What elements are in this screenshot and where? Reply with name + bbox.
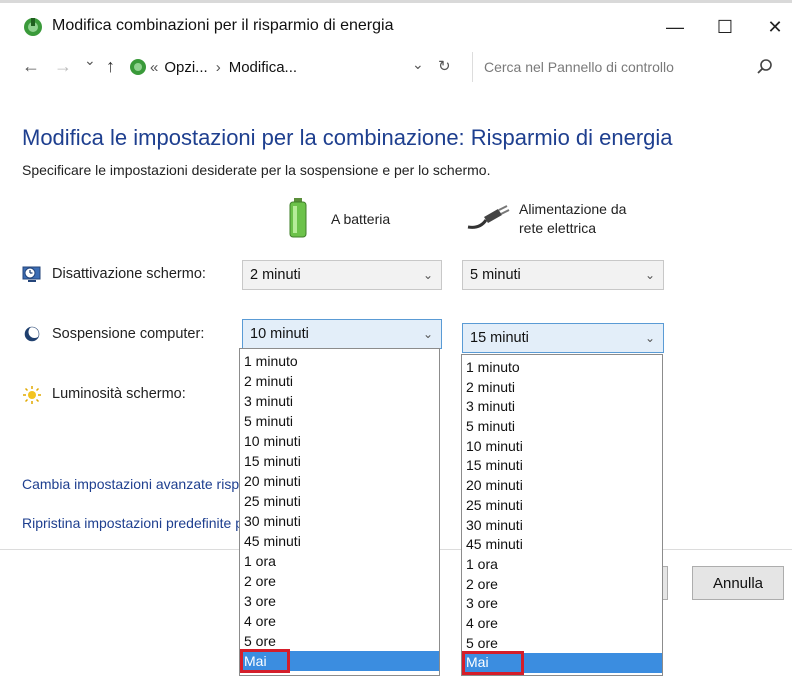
close-button[interactable]: ✕	[760, 14, 790, 40]
dropdown-option[interactable]: 25 minuti	[462, 496, 662, 516]
dropdown-option[interactable]: 4 ore	[240, 611, 439, 631]
sleep-battery-select[interactable]: 10 minuti ⌄	[242, 319, 442, 349]
dropdown-option[interactable]: 1 minuto	[462, 358, 662, 378]
breadcrumb-overflow[interactable]: «	[150, 59, 158, 76]
chevron-down-icon: ⌄	[422, 268, 433, 282]
dropdown-option[interactable]: 20 minuti	[240, 471, 439, 491]
address-dropdown-icon[interactable]: ⌄	[412, 56, 424, 73]
search-icon[interactable]	[756, 58, 774, 76]
dropdown-option[interactable]: 10 minuti	[240, 431, 439, 451]
display-off-ac-select[interactable]: 5 minuti ⌄	[462, 260, 664, 290]
recent-locations-icon[interactable]: ⌄	[84, 52, 96, 69]
dropdown-option[interactable]: Mai	[240, 649, 439, 673]
dropdown-option[interactable]: 3 minuti	[462, 397, 662, 417]
advanced-settings-link[interactable]: Cambia impostazioni avanzate risparmio e…	[22, 476, 242, 492]
cancel-button[interactable]: Annulla	[692, 566, 784, 600]
dropdown-option[interactable]: 1 ora	[462, 555, 662, 575]
dropdown-option[interactable]: 5 ore	[240, 631, 439, 651]
sleep-ac-dropdown[interactable]: 1 minuto 2 minuti 3 minuti 5 minuti 10 minut…	[461, 354, 663, 676]
search-input[interactable]: Cerca nel Pannello di controllo	[484, 59, 674, 75]
back-arrow-icon[interactable]: ←	[22, 56, 40, 77]
up-arrow-icon[interactable]: ↑	[106, 56, 115, 77]
sleep-battery-dropdown[interactable]: 1 minuto 2 minuti 3 minuti 5 minuti 10 minut…	[239, 348, 440, 676]
maximize-button[interactable]: ☐	[710, 14, 740, 40]
dropdown-option[interactable]: 1 ora	[240, 551, 439, 571]
minimize-button[interactable]: —	[660, 14, 690, 40]
power-plug-icon	[466, 203, 510, 231]
dropdown-option[interactable]: 5 minuti	[462, 417, 662, 437]
brightness-label: Luminosità schermo:	[52, 386, 186, 402]
highlight-box	[240, 649, 290, 673]
chevron-down-icon: ⌄	[644, 331, 655, 345]
chevron-down-icon: ⌄	[422, 327, 433, 341]
ac-column-label-line1: Alimentazione da	[519, 201, 627, 217]
dropdown-option[interactable]: 2 minuti	[240, 371, 439, 391]
chevron-down-icon: ⌄	[644, 268, 655, 282]
display-off-ac-value: 5 minuti	[470, 267, 521, 283]
dropdown-option[interactable]: 25 minuti	[240, 491, 439, 511]
breadcrumb-separator: ›	[215, 58, 221, 76]
page-subtitle: Specificare le impostazioni desiderate p…	[22, 162, 491, 178]
dropdown-option[interactable]: 5 minuti	[240, 411, 439, 431]
breadcrumb-power-options[interactable]: Opzi...	[164, 59, 207, 76]
display-off-battery-value: 2 minuti	[250, 267, 301, 283]
ac-column-label-line2: rete elettrica	[519, 220, 597, 236]
dropdown-option[interactable]: 15 minuti	[462, 456, 662, 476]
highlight-box	[462, 651, 524, 675]
sleep-ac-select[interactable]: 15 minuti ⌄	[462, 323, 664, 353]
dropdown-option[interactable]: 2 ore	[462, 575, 662, 595]
restore-defaults-link[interactable]: Ripristina impostazioni predefinite per …	[22, 515, 242, 531]
dropdown-option[interactable]: 30 minuti	[240, 511, 439, 531]
dropdown-option[interactable]: 3 ore	[240, 591, 439, 611]
refresh-icon[interactable]: ↻	[438, 57, 451, 75]
breadcrumb-edit-plan[interactable]: Modifica...	[229, 59, 297, 76]
sleep-ac-value: 15 minuti	[470, 330, 529, 346]
forward-arrow-icon[interactable]: →	[54, 56, 72, 77]
dropdown-option[interactable]: Mai	[462, 651, 662, 675]
dropdown-option[interactable]: 2 ore	[240, 571, 439, 591]
dropdown-option[interactable]: 45 minuti	[240, 531, 439, 551]
address-bar[interactable]: « Opzi... › Modifica... ⌄ ↻	[150, 52, 466, 82]
battery-column-label: A batteria	[331, 211, 391, 227]
display-off-label: Disattivazione schermo:	[52, 266, 206, 282]
control-panel-icon	[128, 57, 148, 77]
sleep-moon-icon	[22, 324, 42, 344]
page-title: Modifica le impostazioni per la combinaz…	[22, 125, 673, 150]
sleep-battery-value: 10 minuti	[250, 326, 309, 342]
window-top-border	[0, 0, 792, 3]
dropdown-option[interactable]: 3 minuti	[240, 391, 439, 411]
sleep-label: Sospensione computer:	[52, 326, 205, 342]
dropdown-option[interactable]: 3 ore	[462, 594, 662, 614]
display-off-battery-select[interactable]: 2 minuti ⌄	[242, 260, 442, 290]
dropdown-option[interactable]: 4 ore	[462, 614, 662, 634]
dropdown-option[interactable]: 10 minuti	[462, 437, 662, 457]
power-options-icon	[22, 16, 44, 38]
dropdown-option[interactable]: 30 minuti	[462, 516, 662, 536]
dropdown-option[interactable]: 15 minuti	[240, 451, 439, 471]
window-title: Modifica combinazioni per il risparmio d…	[52, 17, 394, 34]
dropdown-option[interactable]: 2 minuti	[462, 378, 662, 398]
dropdown-option[interactable]: 20 minuti	[462, 476, 662, 496]
brightness-sun-icon	[22, 385, 42, 405]
dropdown-option[interactable]: 45 minuti	[462, 535, 662, 555]
dropdown-option[interactable]: 1 minuto	[240, 351, 439, 371]
battery-icon	[289, 198, 307, 238]
display-clock-icon	[22, 264, 42, 284]
